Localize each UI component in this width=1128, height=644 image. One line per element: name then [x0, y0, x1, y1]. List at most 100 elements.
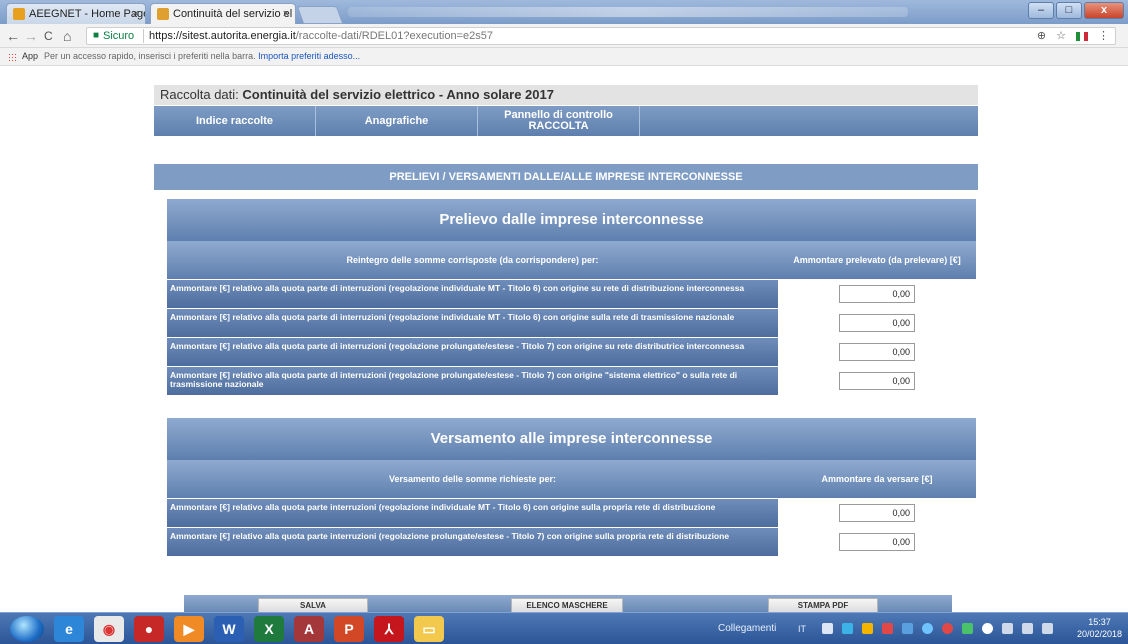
prelievo-block: Prelievo dalle imprese interconnesse Rei… — [167, 199, 976, 395]
table-row: Ammontare [€] relativo alla quota parte … — [167, 498, 976, 527]
tray-app-icon[interactable] — [982, 623, 993, 634]
reload-icon[interactable]: C — [44, 27, 53, 45]
tray-volume-icon[interactable] — [1042, 623, 1053, 634]
import-bookmarks-link[interactable]: Importa preferiti adesso... — [258, 51, 360, 61]
apps-grid-icon[interactable] — [8, 53, 17, 62]
amount-input[interactable] — [839, 371, 915, 390]
blurred-window-title — [348, 7, 908, 17]
excel-icon[interactable]: X — [254, 616, 284, 642]
save-button[interactable]: SALVA — [258, 598, 368, 612]
browser-menu-icon[interactable]: ⋮ — [1098, 28, 1109, 44]
bookmark-star-icon[interactable]: ☆ — [1056, 28, 1066, 44]
bookmarks-hint-text: Per un accesso rapido, inserisci i prefe… — [44, 51, 256, 61]
app-red-icon[interactable]: ● — [134, 616, 164, 642]
url-input[interactable]: ■ Sicuro https://sitest.autorita.energia… — [86, 27, 1116, 45]
clock-time: 15:37 — [1088, 617, 1111, 627]
page-title-text: Continuità del servizio elettrico - Anno… — [242, 87, 554, 102]
bookmarks-bar: App Per un accesso rapido, inserisci i p… — [0, 48, 1128, 66]
row-label: Ammontare [€] relativo alla quota parte … — [167, 308, 778, 337]
table-row: Ammontare [€] relativo alla quota parte … — [167, 366, 976, 395]
acrobat-icon[interactable]: ⅄ — [374, 616, 404, 642]
amount-input[interactable] — [839, 503, 915, 522]
row-label: Ammontare [€] relativo alla quota parte … — [167, 498, 778, 527]
lock-icon: ■ — [93, 30, 100, 41]
tray-app-icon[interactable] — [842, 623, 853, 634]
zoom-icon[interactable]: ⊕ — [1037, 28, 1046, 44]
versamento-block: Versamento alle imprese interconnesse Ve… — [167, 418, 976, 556]
new-tab-button[interactable] — [296, 6, 344, 24]
app-orange-icon[interactable]: ▶ — [174, 616, 204, 642]
start-button-icon[interactable] — [10, 616, 44, 642]
system-tray: Collegamenti IT 15:37 20/02/2018 — [718, 613, 1128, 644]
access-icon[interactable]: A — [294, 616, 324, 642]
close-window-button[interactable]: x — [1084, 2, 1124, 19]
row-label: Ammontare [€] relativo alla quota parte … — [167, 527, 778, 556]
tray-monitor-icon[interactable] — [1022, 623, 1033, 634]
chrome-icon[interactable]: ◉ — [94, 616, 124, 642]
site-favicon-icon — [157, 8, 169, 20]
bookmarks-hint: Per un accesso rapido, inserisci i prefe… — [44, 48, 360, 65]
word-icon[interactable]: W — [214, 616, 244, 642]
italian-flag-icon[interactable] — [1076, 32, 1088, 41]
home-icon[interactable]: ⌂ — [63, 27, 71, 45]
versamento-col-right: Ammontare da versare [€] — [821, 474, 933, 484]
powerpoint-icon[interactable]: P — [334, 616, 364, 642]
tray-app-icon[interactable] — [902, 623, 913, 634]
tab-title: AEEGNET - Home Page — [29, 8, 146, 20]
tray-network-icon[interactable] — [922, 623, 933, 634]
apps-label[interactable]: App — [22, 48, 38, 65]
table-row: Ammontare [€] relativo alla quota parte … — [167, 279, 976, 308]
row-label: Ammontare [€] relativo alla quota parte … — [167, 366, 778, 395]
table-row: Ammontare [€] relativo alla quota parte … — [167, 308, 976, 337]
tray-app-icon[interactable] — [962, 623, 973, 634]
versamento-col-left: Versamento delle somme richieste per: — [388, 474, 557, 484]
amount-input[interactable] — [839, 284, 915, 303]
tray-printer-icon[interactable] — [822, 623, 833, 634]
row-value-cell — [778, 308, 976, 337]
maximize-button[interactable]: □ — [1056, 2, 1082, 19]
row-value-cell — [778, 527, 976, 556]
row-label: Ammontare [€] relativo alla quota parte … — [167, 279, 778, 308]
amount-input[interactable] — [839, 532, 915, 551]
tray-app-icon[interactable] — [862, 623, 873, 634]
url-separator — [143, 29, 144, 43]
tray-links-label[interactable]: Collegamenti — [718, 613, 776, 644]
versamento-column-headers: Versamento delle somme richieste per: Am… — [167, 460, 976, 498]
tab-continuita[interactable]: Continuità del servizio el × — [150, 3, 296, 24]
forward-icon[interactable]: → — [24, 27, 38, 45]
page-content: Raccolta dati: Continuità del servizio e… — [0, 67, 1128, 612]
row-value-cell — [778, 279, 976, 308]
prelievo-col-left: Reintegro delle somme corrisposte (da co… — [346, 255, 599, 265]
file-explorer-icon[interactable]: ▭ — [414, 616, 444, 642]
tab-close-icon[interactable]: × — [283, 4, 289, 24]
menu-indice-raccolte[interactable]: Indice raccolte — [154, 106, 316, 136]
prelievo-col-right: Ammontare prelevato (da prelevare) [€] — [793, 255, 961, 265]
page-title: Raccolta dati: Continuità del servizio e… — [154, 85, 978, 105]
amount-input[interactable] — [839, 342, 915, 361]
tray-antivirus-icon[interactable] — [942, 623, 953, 634]
tray-language[interactable]: IT — [798, 613, 806, 644]
versamento-title: Versamento alle imprese interconnesse — [167, 418, 976, 460]
menu-anagrafiche[interactable]: Anagrafiche — [316, 106, 478, 136]
amount-input[interactable] — [839, 313, 915, 332]
tab-close-icon[interactable]: × — [133, 4, 139, 24]
tray-app-icon[interactable] — [882, 623, 893, 634]
row-value-cell — [778, 498, 976, 527]
address-bar: ← → C ⌂ ■ Sicuro https://sitest.autorita… — [0, 24, 1128, 48]
form-list-button[interactable]: ELENCO MASCHERE — [511, 598, 623, 612]
taskbar-clock[interactable]: 15:37 20/02/2018 — [1077, 616, 1122, 640]
internet-explorer-icon[interactable]: e — [54, 616, 84, 642]
back-icon[interactable]: ← — [6, 27, 20, 45]
secure-label: Sicuro — [103, 30, 135, 42]
tab-aeegnet-home[interactable]: AEEGNET - Home Page × — [6, 3, 146, 24]
clock-date: 20/02/2018 — [1076, 629, 1122, 639]
action-bar: SALVA ELENCO MASCHERE STAMPA PDF — [184, 595, 952, 612]
prelievo-column-headers: Reintegro delle somme corrisposte (da co… — [167, 241, 976, 279]
minimize-button[interactable]: – — [1028, 2, 1054, 19]
tray-app-icon[interactable] — [1002, 623, 1013, 634]
url-path: /raccolte-dati/RDEL01?execution=e2s57 — [295, 30, 493, 42]
menu-pannello-controllo[interactable]: Pannello di controllo RACCOLTA — [478, 106, 640, 136]
print-pdf-button[interactable]: STAMPA PDF — [768, 598, 878, 612]
window-controls: – □ x — [1028, 2, 1124, 19]
prelievo-title: Prelievo dalle imprese interconnesse — [167, 199, 976, 241]
